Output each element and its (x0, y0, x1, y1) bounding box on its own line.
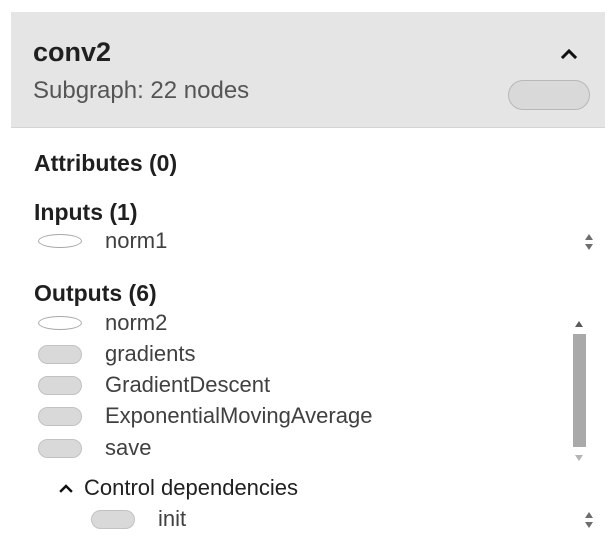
output-item-label: ExponentialMovingAverage (105, 403, 373, 428)
node-title: conv2 (33, 37, 112, 67)
meta-node-pill-icon (38, 344, 82, 364)
outputs-scrollbar[interactable] (569, 317, 589, 465)
outputs-heading: Outputs (6) (34, 280, 157, 306)
output-item-label: norm2 (105, 310, 168, 335)
chevron-up-icon (59, 484, 73, 493)
subgraph-node-shape (508, 80, 590, 110)
inputs-scroll-spinner[interactable] (583, 231, 595, 253)
node-subtitle: Subgraph: 22 nodes (33, 77, 250, 104)
output-item-gradientdescent[interactable]: GradientDescent (38, 372, 270, 398)
scrollbar-thumb[interactable] (573, 334, 586, 447)
output-item-label: gradients (105, 341, 196, 366)
control-dependency-item-init[interactable]: init (91, 506, 186, 532)
up-down-arrows-icon (585, 234, 593, 250)
control-dependency-label: init (158, 506, 187, 531)
output-item-gradients[interactable]: gradients (38, 341, 196, 367)
up-down-arrows-icon (585, 512, 593, 528)
node-info-panel: conv2 Subgraph: 22 nodes Attributes (0) … (11, 12, 605, 545)
control-deps-scroll-spinner[interactable] (583, 509, 595, 531)
chevron-up-icon (560, 48, 578, 60)
attributes-heading: Attributes (0) (34, 150, 178, 176)
output-item-label: GradientDescent (105, 372, 271, 397)
output-item-save[interactable]: save (38, 435, 151, 461)
op-node-ellipse-icon (38, 316, 82, 330)
meta-node-pill-icon (38, 406, 82, 426)
input-item-norm1[interactable]: norm1 (38, 228, 167, 254)
input-item-label: norm1 (105, 228, 168, 253)
panel-header: conv2 Subgraph: 22 nodes (11, 12, 605, 128)
output-item-norm2[interactable]: norm2 (38, 310, 167, 336)
output-item-label: save (105, 435, 152, 460)
control-dependencies-label: Control dependencies (84, 475, 299, 500)
output-item-exponentialmovingaverage[interactable]: ExponentialMovingAverage (38, 403, 372, 429)
control-dependencies-toggle[interactable]: Control dependencies (56, 474, 298, 502)
op-node-ellipse-icon (38, 234, 82, 248)
meta-node-pill-icon (91, 509, 135, 529)
collapse-button[interactable] (555, 40, 583, 68)
meta-node-pill-icon (38, 438, 82, 458)
meta-node-pill-icon (38, 375, 82, 395)
inputs-heading: Inputs (1) (34, 199, 138, 225)
